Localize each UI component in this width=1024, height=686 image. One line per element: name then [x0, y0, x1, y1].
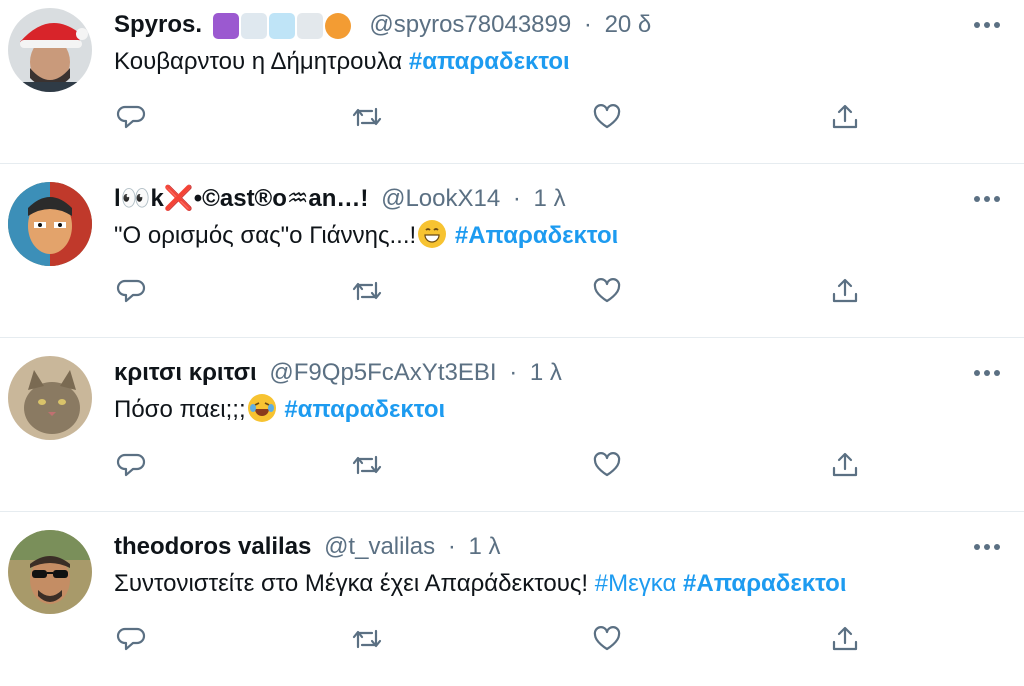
user-handle[interactable]: @t_valilas — [324, 533, 435, 560]
hashtag-link[interactable]: #Απαραδεκτοι — [455, 222, 618, 249]
more-options-icon[interactable] — [972, 186, 1002, 212]
tweet-body: Κουβαρντου η Δήμητρουλα — [114, 48, 403, 75]
tweet-header: l👀k❌•©ast®o♒an…! @LookX14 · 1 λ — [114, 184, 954, 214]
more-options-icon[interactable] — [972, 534, 1002, 560]
share-icon[interactable] — [828, 276, 862, 306]
display-name[interactable]: l👀k❌•©ast®o♒an…! — [114, 185, 368, 212]
retweet-icon[interactable] — [350, 624, 384, 654]
separator-dot: · — [447, 533, 456, 560]
tweet-actions — [114, 276, 874, 306]
tweet-actions — [114, 102, 874, 132]
tweet[interactable]: l👀k❌•©ast®o♒an…! @LookX14 · 1 λ "Ο ορισμ… — [0, 164, 1024, 338]
timestamp[interactable]: 20 δ — [605, 11, 652, 38]
timestamp[interactable]: 1 λ — [530, 359, 562, 386]
tweet-body: Συντονιστείτε στο Μέγκα έχει Απαράδεκτου… — [114, 570, 589, 597]
tweet-text: Πόσο παει;;; #απαραδεκτοι — [114, 394, 984, 426]
avatar[interactable] — [8, 530, 92, 614]
timestamp[interactable]: 1 λ — [468, 533, 500, 560]
hashtag-link[interactable]: #Μεγκα — [595, 570, 677, 597]
like-heart-icon[interactable] — [590, 276, 624, 306]
retweet-icon[interactable] — [350, 276, 384, 306]
tweet-header: theodoros valilas @t_valilas · 1 λ — [114, 532, 954, 562]
tweet-header: κριτσι κριτσι @F9Qp5FcAxYt3EBI · 1 λ — [114, 358, 954, 388]
tweet-text: Κουβαρντου η Δήμητρουλα #απαραδεκτοι — [114, 46, 984, 78]
hashtag-link[interactable]: #απαραδεκτοι — [409, 48, 570, 75]
avatar[interactable] — [8, 356, 92, 440]
tweet-actions — [114, 624, 874, 654]
crying-laughing-emoji — [247, 394, 276, 422]
avatar[interactable] — [8, 182, 92, 266]
like-heart-icon[interactable] — [590, 102, 624, 132]
user-handle[interactable]: @LookX14 — [381, 185, 500, 212]
tweet-feed: Spyros. @spyros78043899 · 20 δ Κουβαρντο… — [0, 0, 1024, 651]
share-icon[interactable] — [828, 624, 862, 654]
user-handle[interactable]: @F9Qp5FcAxYt3EBI — [269, 359, 496, 386]
share-icon[interactable] — [828, 102, 862, 132]
tweet-text: "Ο ορισμός σας"ο Γιάννης...! #Απαραδεκτο… — [114, 220, 984, 252]
grinning-face-emoji — [418, 220, 447, 248]
tweet-text: Συντονιστείτε στο Μέγκα έχει Απαράδεκτου… — [114, 568, 984, 600]
retweet-icon[interactable] — [350, 450, 384, 480]
separator-dot: · — [509, 359, 518, 386]
like-heart-icon[interactable] — [590, 624, 624, 654]
reply-icon[interactable] — [114, 102, 148, 132]
tweet[interactable]: κριτσι κριτσι @F9Qp5FcAxYt3EBI · 1 λ Πόσ… — [0, 338, 1024, 512]
display-name[interactable]: theodoros valilas — [114, 533, 311, 560]
tweet-body: "Ο ορισμός σας"ο Γιάννης...! — [114, 222, 417, 249]
hashtag-link[interactable]: #Απαραδεκτοι — [683, 570, 846, 597]
separator-dot: · — [583, 11, 592, 38]
more-options-icon[interactable] — [972, 12, 1002, 38]
display-name[interactable]: Spyros. — [114, 11, 202, 38]
hashtag-link[interactable]: #απαραδεκτοι — [284, 396, 445, 423]
name-emojis — [212, 12, 351, 39]
reply-icon[interactable] — [114, 450, 148, 480]
avatar[interactable] — [8, 8, 92, 92]
snowflake-emoji — [268, 12, 295, 39]
retweet-icon[interactable] — [350, 102, 384, 132]
cancer-sign-emoji — [212, 12, 239, 39]
tweet-header: Spyros. @spyros78043899 · 20 δ — [114, 10, 954, 40]
display-name[interactable]: κριτσι κριτσι — [114, 359, 257, 386]
timestamp[interactable]: 1 λ — [534, 185, 566, 212]
reply-icon[interactable] — [114, 276, 148, 306]
tweet[interactable]: Spyros. @spyros78043899 · 20 δ Κουβαρντο… — [0, 0, 1024, 164]
planet-emoji — [324, 12, 351, 39]
like-heart-icon[interactable] — [590, 450, 624, 480]
user-handle[interactable]: @spyros78043899 — [369, 11, 571, 38]
tweet-actions — [114, 450, 874, 480]
share-icon[interactable] — [828, 450, 862, 480]
more-options-icon[interactable] — [972, 360, 1002, 386]
snow-cloud-emoji — [240, 12, 267, 39]
thunder-cloud-emoji — [296, 12, 323, 39]
reply-icon[interactable] — [114, 624, 148, 654]
tweet-body: Πόσο παει;;; — [114, 396, 246, 423]
tweet[interactable]: theodoros valilas @t_valilas · 1 λ Συντο… — [0, 512, 1024, 686]
separator-dot: · — [512, 185, 521, 212]
